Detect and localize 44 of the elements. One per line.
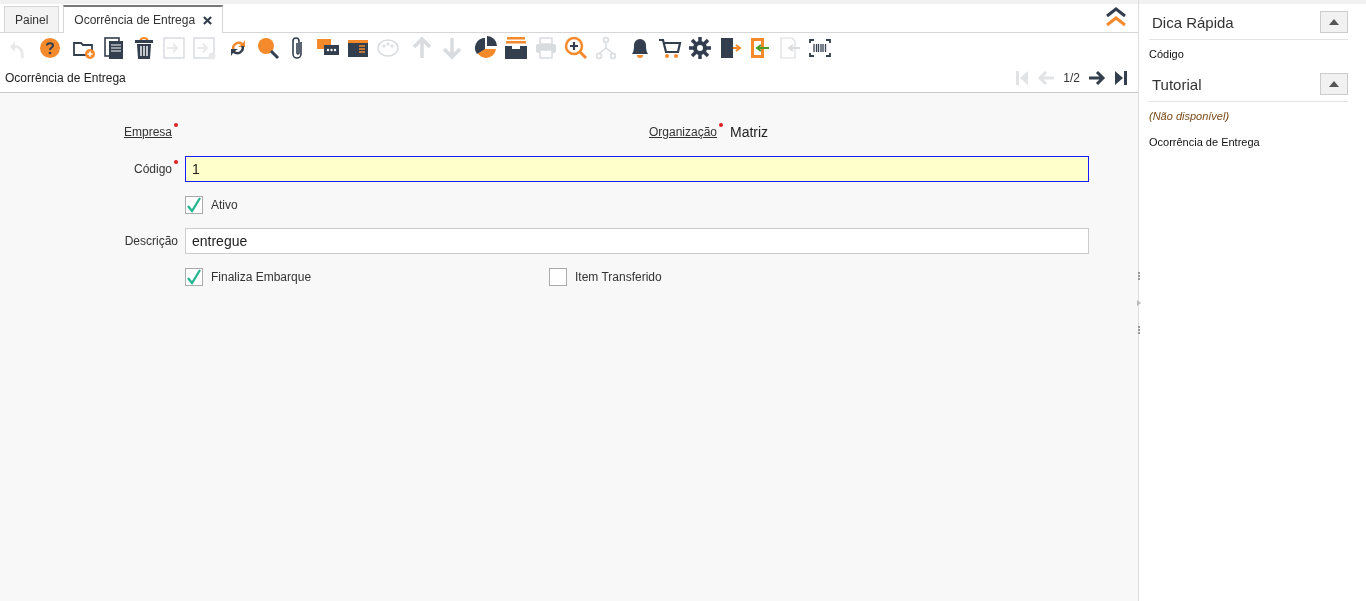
zoom-in-icon[interactable] xyxy=(564,36,588,60)
barcode-icon[interactable] xyxy=(808,36,832,60)
field-label[interactable]: Organização xyxy=(648,125,717,139)
enter-icon[interactable] xyxy=(748,36,772,60)
input-field[interactable]: entregue xyxy=(185,228,1089,254)
field-label: Descrição xyxy=(124,234,178,248)
trash-icon[interactable] xyxy=(132,36,156,60)
input-field[interactable]: 1 xyxy=(185,156,1089,182)
field-label: Código xyxy=(133,162,172,176)
pie-chart-icon[interactable] xyxy=(474,36,498,60)
caret-icon xyxy=(1329,81,1339,87)
panel-title: Tutorial xyxy=(1151,75,1202,93)
field-value: Matriz xyxy=(730,124,769,140)
panel-title: Dica Rápida xyxy=(1151,13,1234,31)
tab[interactable]: Painel xyxy=(4,6,60,32)
copy-icon[interactable] xyxy=(102,36,126,60)
panel-text: Ocorrência de Entrega xyxy=(1149,135,1261,150)
panel-text: Código xyxy=(1149,47,1185,62)
exit-icon[interactable] xyxy=(718,36,742,60)
next-record-icon[interactable] xyxy=(1088,69,1106,86)
checkbox[interactable] xyxy=(549,268,567,286)
checkbox[interactable] xyxy=(185,268,203,286)
collapse-button[interactable] xyxy=(1320,11,1348,33)
archive-icon[interactable] xyxy=(504,36,528,60)
caret-icon xyxy=(1329,19,1339,25)
settings-icon[interactable] xyxy=(688,36,712,60)
splitter-handle-icon[interactable] xyxy=(1137,272,1140,280)
last-record-icon[interactable] xyxy=(1114,69,1128,86)
record-title: Ocorrência de Entrega xyxy=(5,70,126,85)
collapse-icon[interactable] xyxy=(1104,6,1128,28)
close-icon[interactable] xyxy=(203,15,213,25)
collapse-button[interactable] xyxy=(1320,73,1348,95)
splitter-handle-icon[interactable] xyxy=(1137,326,1140,334)
panel-text: (Não disponível) xyxy=(1149,109,1231,124)
checkbox[interactable] xyxy=(185,196,203,214)
checkbox-label: Ativo xyxy=(211,198,238,212)
checkbox-label: Item Transferido xyxy=(575,270,662,284)
record-position: 1/2 xyxy=(1063,70,1080,85)
search-icon[interactable] xyxy=(256,36,280,60)
help-icon[interactable] xyxy=(38,36,62,60)
tab[interactable]: Ocorrência de Entrega xyxy=(63,5,224,33)
field-label[interactable]: Empresa xyxy=(123,125,172,139)
checkbox-label: Finaliza Embarque xyxy=(211,270,312,284)
cart-icon[interactable] xyxy=(658,36,682,60)
